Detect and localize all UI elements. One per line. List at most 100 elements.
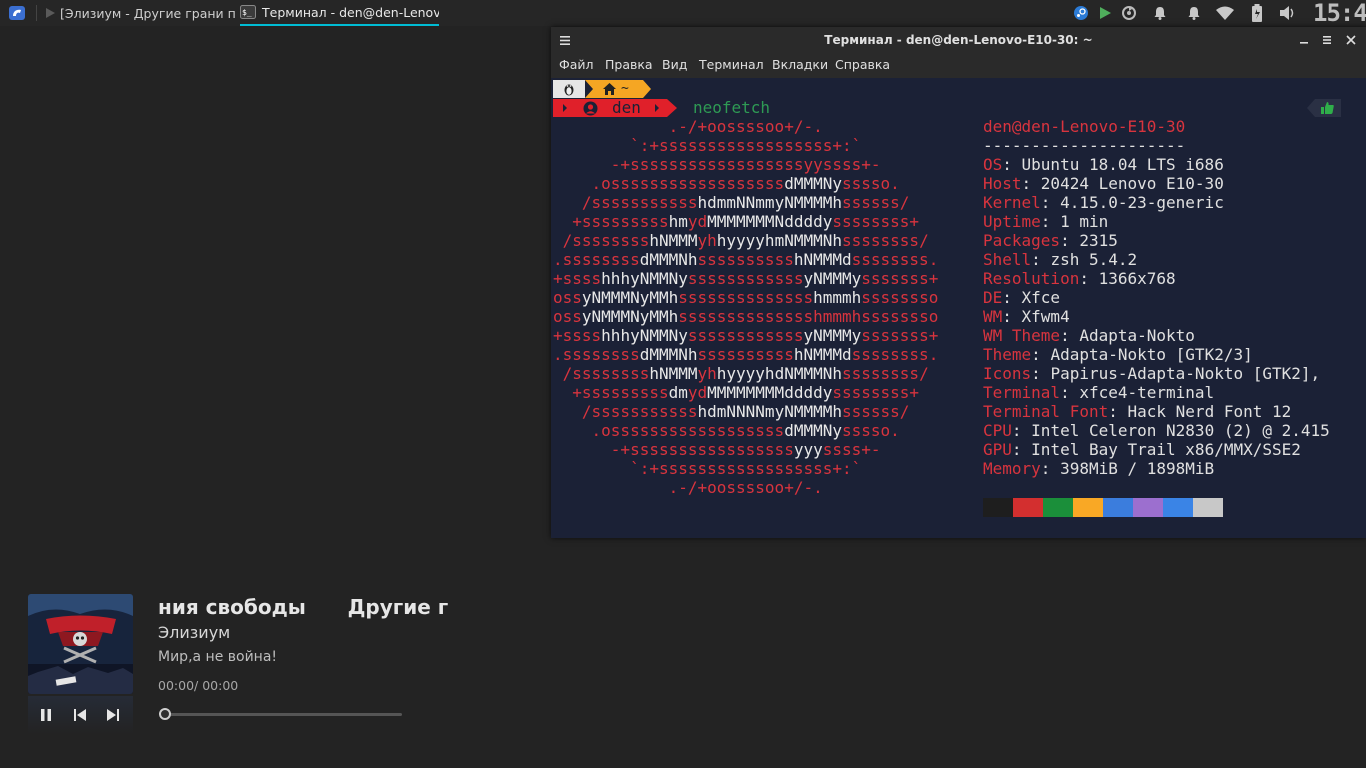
album-cover[interactable]: [28, 594, 133, 694]
skip-previous-icon: [74, 709, 86, 721]
info-line: Uptime: 1 min: [983, 212, 1109, 231]
track-time: 00:00/ 00:00: [158, 678, 239, 693]
menu-file[interactable]: Файл: [559, 53, 594, 76]
notification-bell-icon-2[interactable]: [1184, 3, 1204, 23]
wifi-icon[interactable]: [1215, 3, 1235, 23]
notification-bell-icon[interactable]: [1150, 3, 1170, 23]
svg-text:$_: $_: [242, 8, 252, 17]
dir-segment-shape: [585, 80, 651, 98]
ascii-art-line: .-/+oossssoo+/-.: [553, 478, 823, 497]
color-swatch: [1103, 498, 1133, 517]
ascii-art-line: +sssssssssdmydMMMMMMMMddddyssssssss+: [553, 383, 920, 402]
whisker-menu-icon[interactable]: [6, 0, 28, 26]
battery-icon[interactable]: [1247, 3, 1267, 23]
ascii-art-line: -+ssssssssssssssssssyyssss+-: [553, 155, 881, 174]
info-line: WM: Xfwm4: [983, 307, 1070, 326]
ascii-art-line: .ssssssssdMMMNhsssssssssshNMMMdssssssss.: [553, 250, 939, 269]
clock[interactable]: 15:4: [1313, 0, 1366, 26]
ascii-art-line: .-/+oossssoo+/-.: [553, 117, 823, 136]
info-line: Host: 20424 Lenovo E10-30: [983, 174, 1224, 193]
info-line: WM Theme: Adapta-Nokto: [983, 326, 1195, 345]
info-line: GPU: Intel Bay Trail x86/MMX/SSE2: [983, 440, 1301, 459]
media-play-tray-icon[interactable]: [1095, 3, 1115, 23]
color-swatch: [1043, 498, 1073, 517]
color-swatch: [983, 498, 1013, 517]
ascii-art-line: `:+ssssssssssssssssss+:`: [553, 136, 862, 155]
color-palette: [983, 498, 1223, 517]
color-swatch: [1013, 498, 1043, 517]
taskbar-item-label: Терминал - den@den-Lenov...: [262, 4, 439, 20]
ascii-art-line: .ossssssssssssssssssdMMMNysssso.: [553, 174, 900, 193]
window-title: Терминал - den@den-Lenovo-E10-30: ~: [824, 33, 1093, 47]
steam-icon[interactable]: [1071, 3, 1091, 23]
info-line: Memory: 398MiB / 1898MiB: [983, 459, 1215, 478]
taskbar-item-label: [Элизиум - Другие грани по...: [60, 5, 236, 21]
color-swatch: [1073, 498, 1103, 517]
top-panel: [Элизиум - Другие грани по... $_ Термина…: [0, 0, 1366, 26]
track-album: Мир,а не война!: [158, 649, 278, 665]
ascii-art-line: +sssshhhyNMMNyssssssssssssyNMMMysssssss+: [553, 269, 939, 288]
ascii-art-line: /sssssssshNMMMyhhyyyyhmNMMMNhssssssss/: [553, 231, 929, 250]
color-swatch: [1133, 498, 1163, 517]
close-icon[interactable]: [1345, 33, 1357, 47]
update-icon[interactable]: [1119, 3, 1139, 23]
info-line: Terminal Font: Hack Nerd Font 12: [983, 402, 1292, 421]
color-swatch: [1193, 498, 1223, 517]
info-header: den@den-Lenovo-E10-30: [983, 117, 1186, 136]
info-line: Icons: Papirus-Adapta-Nokto [GTK2],: [983, 364, 1321, 383]
terminal-body[interactable]: ~ den neofetch .-/+oossssoo+/-. `:+sssss…: [551, 78, 1366, 538]
info-line: DE: Xfce: [983, 288, 1061, 307]
info-separator: ---------------------: [983, 136, 1186, 155]
ascii-art-line: `:+ssssssssssssssssss+:`: [553, 459, 862, 478]
taskbar-item-terminal[interactable]: $_ Терминал - den@den-Lenov...: [240, 0, 439, 26]
window-titlebar[interactable]: Терминал - den@den-Lenovo-E10-30: ~: [551, 27, 1366, 53]
prompt-dir: ~: [621, 81, 629, 96]
info-line: Packages: 2315: [983, 231, 1118, 250]
seek-bar[interactable]: [166, 713, 402, 716]
info-line: Shell: zsh 5.4.2: [983, 250, 1138, 269]
home-icon: [601, 81, 617, 97]
prompt-command: neofetch: [693, 98, 771, 117]
track-title: ния свободы Другие г: [158, 595, 449, 619]
ascii-art-line: ossyNMMMNyMMhsssssssssssssshmmmhssssssso: [553, 288, 939, 307]
ascii-art-line: +sssshhhyNMMNyssssssssssssyNMMMysssssss+: [553, 326, 939, 345]
prompt-user: den: [612, 98, 641, 117]
terminal-window: Терминал - den@den-Lenovo-E10-30: ~ Файл…: [551, 27, 1366, 538]
ascii-art-line: +ssssssssshmydMMMMMMMNddddyssssssss+: [553, 212, 920, 231]
info-line: Theme: Adapta-Nokto [GTK2/3]: [983, 345, 1253, 364]
ascii-art-line: -+sssssssssssssssssyyyssss+-: [553, 440, 881, 459]
info-line: Kernel: 4.15.0-23-generic: [983, 193, 1224, 212]
ascii-art-line: /ssssssssssshdmNNNNmyNMMMMhssssss/: [553, 402, 910, 421]
info-line: OS: Ubuntu 18.04 LTS i686: [983, 155, 1224, 174]
ascii-art-line: .ossssssssssssssssssdMMMNysssso.: [553, 421, 900, 440]
volume-icon[interactable]: [1278, 3, 1298, 23]
info-line: Terminal: xfce4-terminal: [983, 383, 1215, 402]
info-line: Resolution: 1366x768: [983, 269, 1176, 288]
terminal-icon: $_: [240, 5, 256, 19]
color-swatch: [1163, 498, 1193, 517]
info-line: CPU: Intel Celeron N2830 (2) @ 2.415: [983, 421, 1330, 440]
separator: [36, 5, 37, 21]
pause-button[interactable]: [35, 704, 57, 726]
ascii-art-line: .ssssssssdMMMNhsssssssssshNMMMdssssssss.: [553, 345, 939, 364]
play-icon: [44, 7, 56, 19]
menubar: Файл Правка Вид Терминал Вкладки Справка: [551, 53, 1366, 78]
os-segment: [553, 80, 585, 98]
linux-tux-icon: [553, 80, 585, 98]
menu-view[interactable]: Вид: [662, 53, 687, 76]
status-ok-segment: [1307, 99, 1341, 117]
taskbar-item-player[interactable]: [Элизиум - Другие грани по...: [44, 0, 236, 26]
album-art: [28, 594, 133, 694]
ascii-art-line: /sssssssshNMMMyhhyyyyhdNMMMNhssssssss/: [553, 364, 929, 383]
ascii-art-line: /ssssssssssshdmmNNmmyNMMMMhssssss/: [553, 193, 910, 212]
seek-handle[interactable]: [159, 708, 171, 720]
menu-help[interactable]: Справка: [835, 53, 890, 76]
next-button[interactable]: [102, 704, 124, 726]
track-artist: Элизиум: [158, 623, 231, 642]
menu-tabs[interactable]: Вкладки: [772, 53, 828, 76]
maximize-icon[interactable]: [1321, 33, 1333, 47]
menu-edit[interactable]: Правка: [605, 53, 653, 76]
menu-terminal[interactable]: Терминал: [699, 53, 764, 76]
minimize-icon[interactable]: [1298, 33, 1310, 47]
previous-button[interactable]: [69, 704, 91, 726]
